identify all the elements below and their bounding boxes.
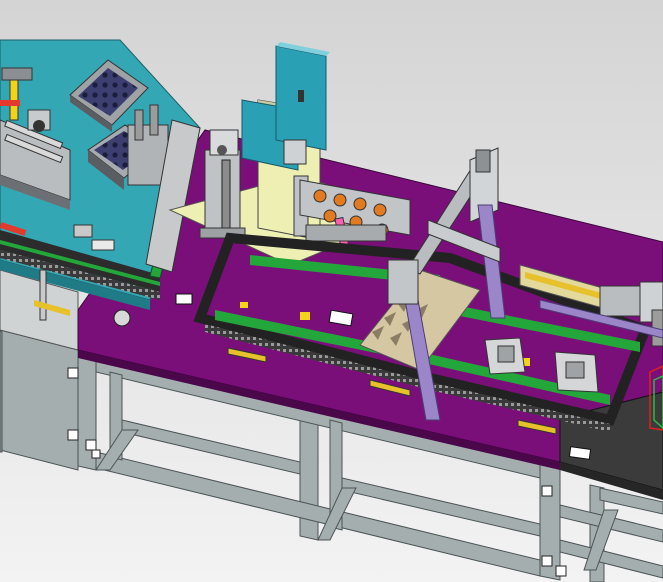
assembly-model[interactable] [0, 0, 663, 582]
cad-viewport[interactable] [0, 0, 663, 582]
end-module-plate [568, 446, 592, 460]
